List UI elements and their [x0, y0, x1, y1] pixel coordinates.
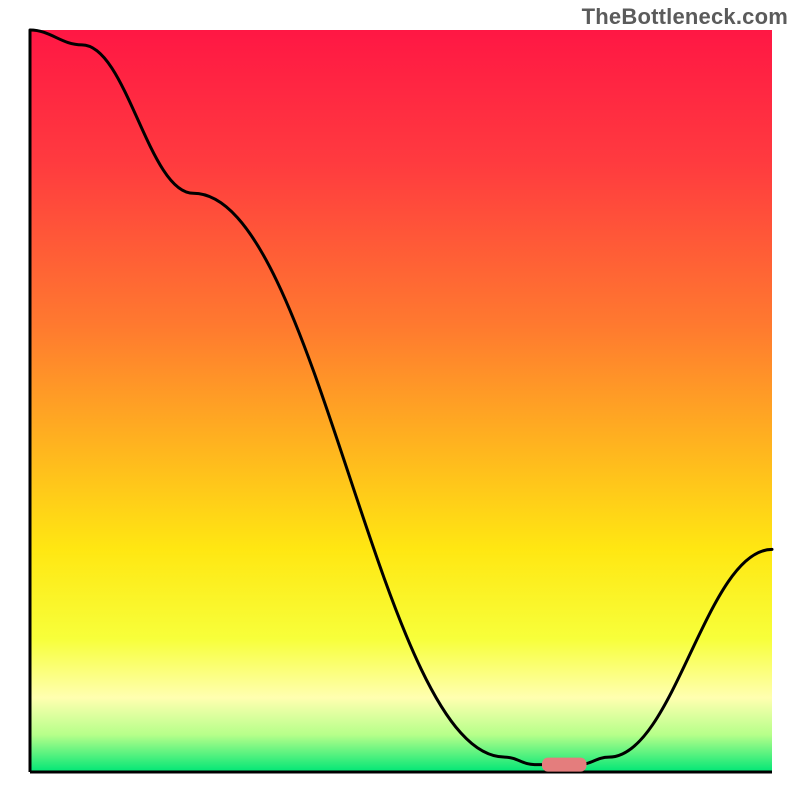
- chart-container: TheBottleneck.com: [0, 0, 800, 800]
- plot-gradient-area: [30, 30, 772, 772]
- watermark-text: TheBottleneck.com: [582, 4, 788, 30]
- chart-svg: [0, 0, 800, 800]
- optimal-marker: [542, 758, 587, 772]
